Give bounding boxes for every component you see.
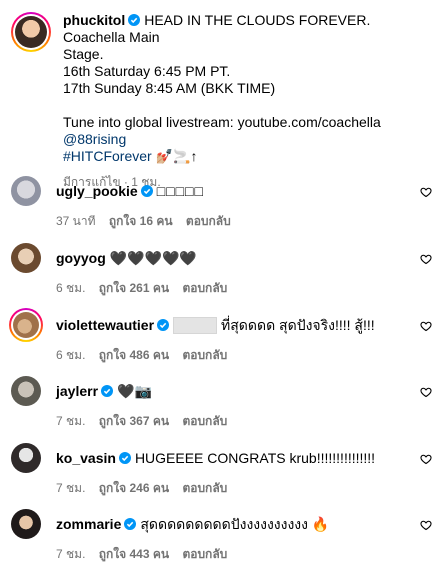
comment-likes[interactable]: ถูกใจ 486 คน <box>99 348 169 362</box>
commenter-username[interactable]: goyyog <box>56 250 106 266</box>
caption-text: Stage. <box>63 46 104 62</box>
comment-item: zommarie สุดดดดดดดดดปังงงงงงงงงง 🔥 7 ชม. … <box>0 509 443 567</box>
heart-outline-icon[interactable] <box>420 253 432 265</box>
heart-outline-icon[interactable] <box>420 386 432 398</box>
commenter-avatar[interactable] <box>11 176 41 206</box>
heart-outline-icon[interactable] <box>420 186 432 198</box>
commenter-avatar[interactable] <box>11 509 41 539</box>
post-author-username[interactable]: phuckitol <box>63 12 125 28</box>
comment-item: jaylerr 🖤📷 7 ชม. ถูกใจ 367 คน ตอบกลับ <box>0 376 443 434</box>
verified-badge-icon <box>124 518 137 530</box>
comment-text: 🖤📷 <box>117 383 152 399</box>
post-caption: phuckitol HEAD IN THE CLOUDS FOREVER. Coa… <box>0 0 443 191</box>
comment-text: □□□□□ <box>156 183 204 199</box>
comment-time[interactable]: 6 ชม. <box>56 348 85 362</box>
comment-text: ที่สุดดดด สุดปังจริง!!!! สู้!!! <box>221 317 375 333</box>
commenter-username[interactable]: violettewautier <box>56 317 154 333</box>
commenter-avatar[interactable] <box>11 376 41 406</box>
verified-badge-icon <box>101 385 114 397</box>
commenter-avatar[interactable] <box>11 443 41 473</box>
commenter-avatar[interactable] <box>9 308 43 342</box>
hashtag-link[interactable]: #HITCForever <box>63 148 152 164</box>
comment-time[interactable]: 37 นาที <box>56 214 96 228</box>
comment-text: HUGEEEE CONGRATS krub!!!!!!!!!!!!!!! <box>134 450 376 466</box>
caption-text: Tune into global livestream: youtube.com… <box>63 114 381 130</box>
comment-item: ugly_pookie □□□□□ 37 นาที ถูกใจ 16 คน ตอบ… <box>0 176 443 234</box>
comment-likes[interactable]: ถูกใจ 367 คน <box>99 414 169 428</box>
comment-likes[interactable]: ถูกใจ 443 คน <box>99 547 169 561</box>
comment-text: 🖤🖤🖤🖤🖤 <box>109 250 197 266</box>
comment-time[interactable]: 7 ชม. <box>56 547 85 561</box>
comment-time[interactable]: 7 ชม. <box>56 414 85 428</box>
caption-emoji: 💅🏼🚬↑ <box>155 148 198 164</box>
comment-time[interactable]: 6 ชม. <box>56 281 85 295</box>
commenter-username[interactable]: ugly_pookie <box>56 183 138 199</box>
verified-badge-icon <box>140 185 153 197</box>
comment-likes[interactable]: ถูกใจ 16 คน <box>109 214 173 228</box>
heart-outline-icon[interactable] <box>420 320 432 332</box>
redacted-mention <box>173 317 218 334</box>
caption-text: 17th Sunday 8:45 AM (BKK TIME) <box>63 80 276 96</box>
reply-button[interactable]: ตอบกลับ <box>182 414 227 428</box>
post-author-avatar[interactable] <box>11 12 51 52</box>
verified-badge-icon <box>128 14 141 26</box>
commenter-username[interactable]: jaylerr <box>56 383 98 399</box>
reply-button[interactable]: ตอบกลับ <box>182 348 227 362</box>
mention-link[interactable]: @88rising <box>63 131 126 147</box>
comment-time[interactable]: 7 ชม. <box>56 481 85 495</box>
comment-item: goyyog 🖤🖤🖤🖤🖤 6 ชม. ถูกใจ 261 คน ตอบกลับ <box>0 243 443 301</box>
reply-button[interactable]: ตอบกลับ <box>182 547 227 561</box>
commenter-username[interactable]: zommarie <box>56 516 121 532</box>
comment-text: สุดดดดดดดดดปังงงงงงงงงง 🔥 <box>140 516 330 532</box>
commenter-avatar[interactable] <box>11 243 41 273</box>
reply-button[interactable]: ตอบกลับ <box>186 214 231 228</box>
heart-outline-icon[interactable] <box>420 519 432 531</box>
comment-likes[interactable]: ถูกใจ 246 คน <box>99 481 169 495</box>
caption-text: 16th Saturday 6:45 PM PT. <box>63 63 231 79</box>
verified-badge-icon <box>118 452 131 464</box>
comment-likes[interactable]: ถูกใจ 261 คน <box>99 281 169 295</box>
comment-item: violettewautier ที่สุดดดด สุดปังจริง!!!! … <box>0 308 443 368</box>
verified-badge-icon <box>157 319 170 331</box>
reply-button[interactable]: ตอบกลับ <box>182 481 227 495</box>
reply-button[interactable]: ตอบกลับ <box>182 281 227 295</box>
heart-outline-icon[interactable] <box>420 453 432 465</box>
commenter-username[interactable]: ko_vasin <box>56 450 116 466</box>
comment-item: ko_vasin HUGEEEE CONGRATS krub!!!!!!!!!!!… <box>0 443 443 501</box>
